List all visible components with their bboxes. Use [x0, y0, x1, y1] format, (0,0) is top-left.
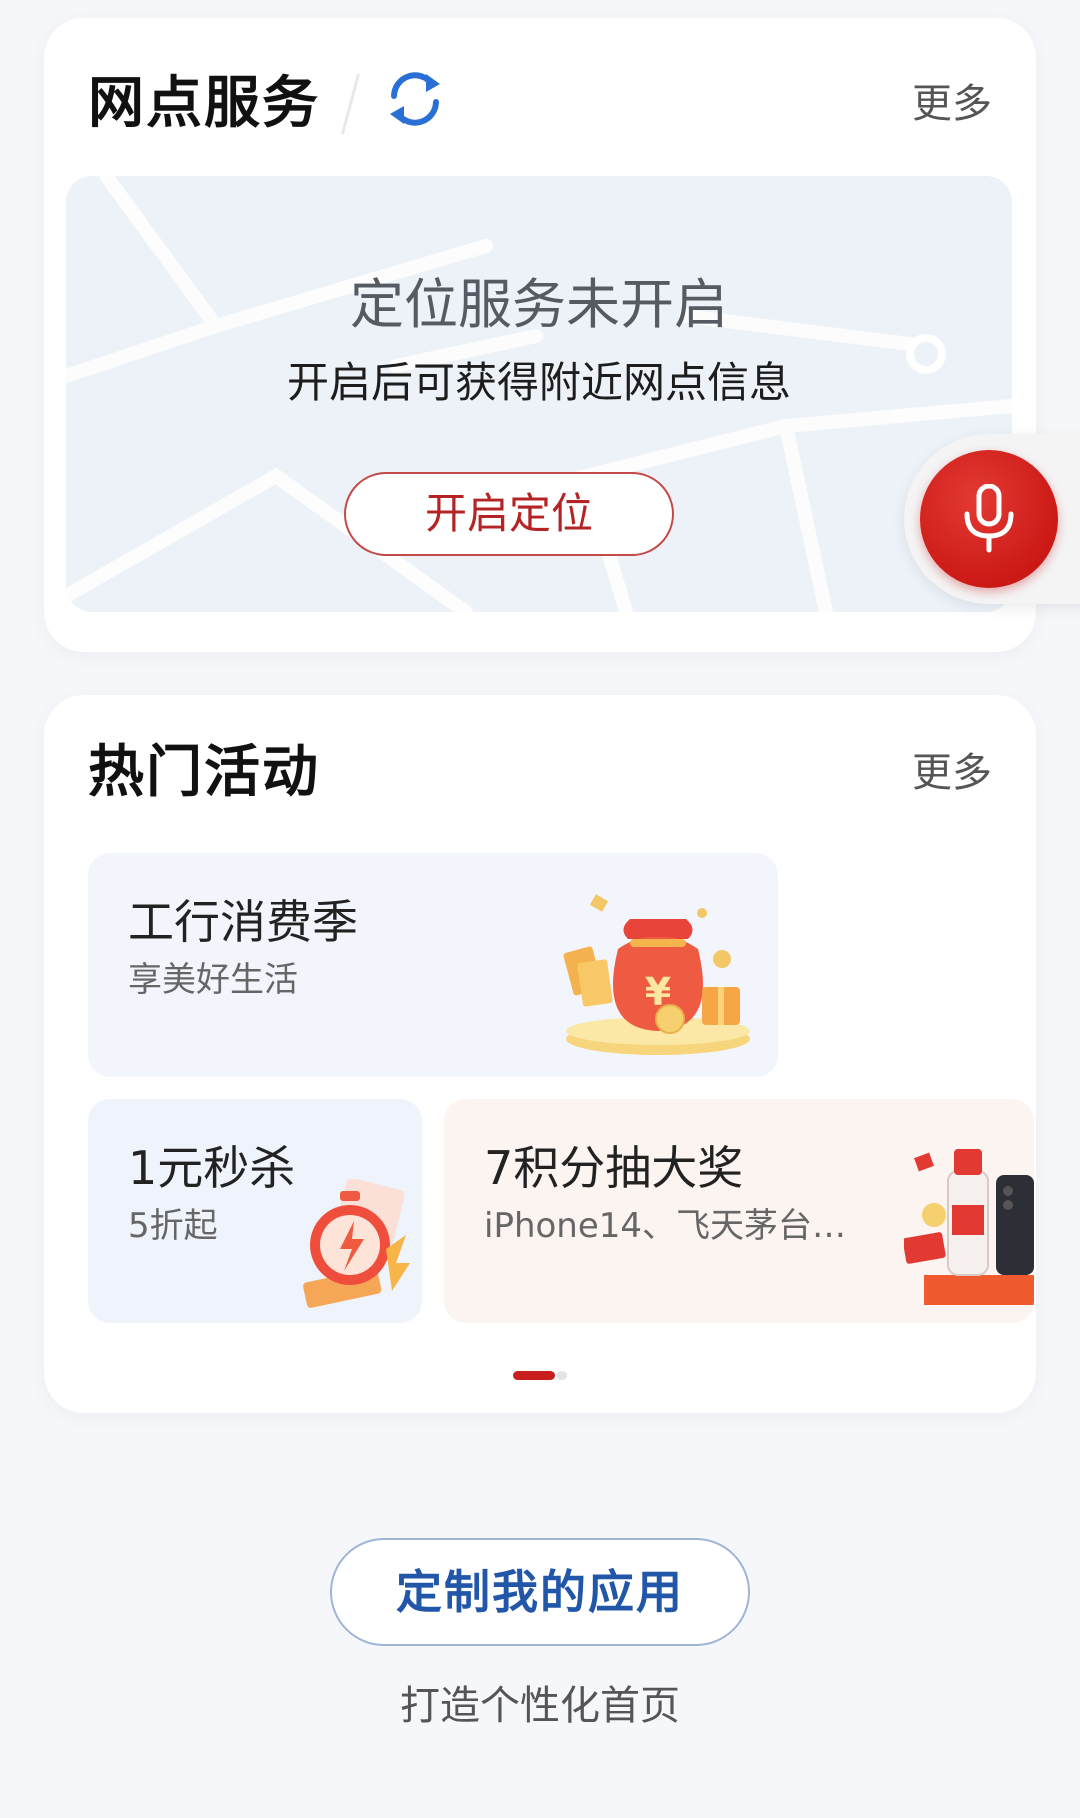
branch-service-title: 网点服务 [88, 71, 320, 136]
activity-title: 7积分抽大奖 [484, 1141, 744, 1195]
location-disabled-title: 定位服务未开启 [350, 273, 728, 336]
prize-icon [904, 1149, 1034, 1305]
enable-location-button[interactable]: 开启定位 [344, 472, 674, 556]
money-bag-icon: ¥ [563, 894, 750, 1055]
activity-title: 1元秒杀 [128, 1141, 296, 1195]
location-disabled-subtitle: 开启后可获得附近网点信息 [286, 358, 791, 407]
map-placeholder: 定位服务未开启 开启后可获得附近网点信息 开启定位 [66, 176, 1012, 612]
voice-assistant-button[interactable] [920, 450, 1058, 588]
hot-activities-title: 热门活动 [88, 740, 320, 805]
customize-subtitle: 打造个性化首页 [400, 1683, 680, 1729]
microphone-icon [964, 484, 1014, 553]
activity-subtitle: 享美好生活 [128, 960, 298, 1000]
activity-tile-flash-sale[interactable]: 1元秒杀 5折起 [88, 1099, 422, 1323]
refresh-icon[interactable] [382, 66, 448, 132]
customize-apps-button[interactable]: 定制我的应用 [330, 1538, 750, 1646]
branch-service-card: 网点服务 更多 定位服务未开启 开启后可获得附近网点信息 开启定位 [44, 18, 1036, 652]
voice-assistant-dock [904, 434, 1080, 604]
activity-subtitle: iPhone14、飞天茅台… [484, 1206, 847, 1246]
activity-subtitle: 5折起 [128, 1206, 218, 1246]
branch-service-more-link[interactable]: 更多 [912, 84, 992, 124]
stopwatch-icon [303, 1179, 410, 1308]
hot-activities-card: 热门活动 更多 工行消费季 享美好生活 ¥ 1元秒杀 5折起 7积分抽大奖 iP… [44, 695, 1036, 1413]
carousel-indicator [44, 1365, 1036, 1384]
activity-tile-points-lottery[interactable]: 7积分抽大奖 iPhone14、飞天茅台… [444, 1099, 1034, 1323]
carousel-dot-active [513, 1371, 555, 1380]
hot-activities-more-link[interactable]: 更多 [912, 753, 992, 793]
carousel-dot [557, 1371, 567, 1380]
title-divider [340, 74, 361, 134]
activity-tile-consumption[interactable]: 工行消费季 享美好生活 ¥ [88, 853, 778, 1077]
activity-title: 工行消费季 [128, 895, 358, 949]
